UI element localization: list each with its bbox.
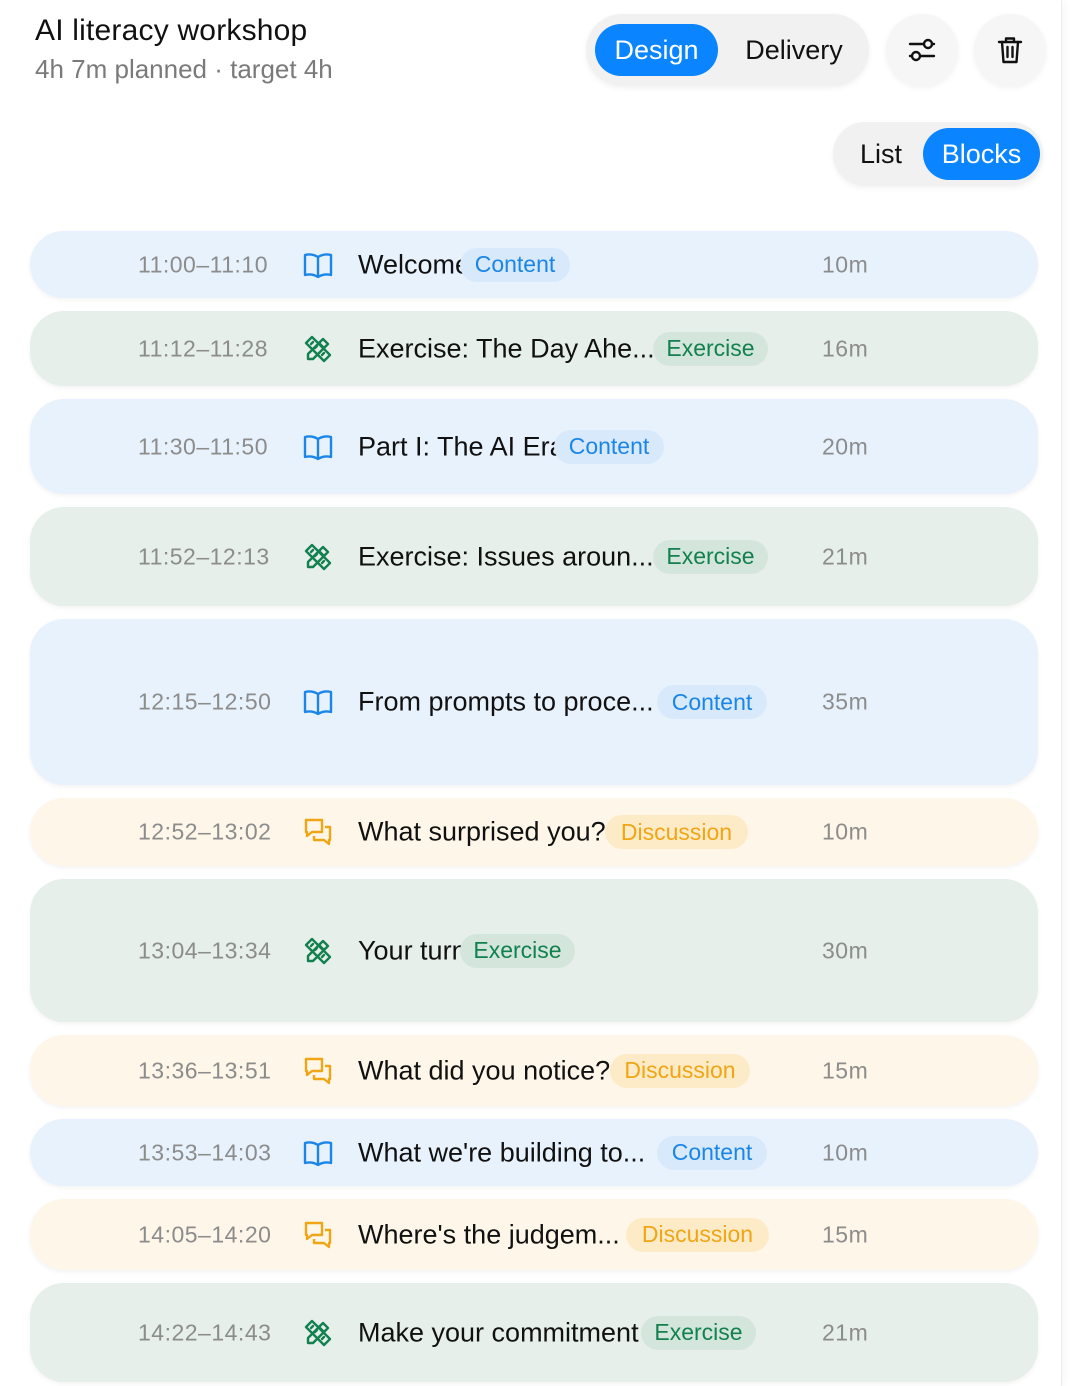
pencil-ruler-icon — [304, 335, 332, 362]
mode-toggle: Design Delivery — [586, 14, 869, 86]
block-time: 11:52–12:13 — [138, 543, 270, 569]
block-title: What surprised you? — [358, 816, 606, 847]
session-block[interactable]: 12:15–12:50 From prompts to proce... Conte… — [30, 619, 1038, 785]
block-duration: 15m — [822, 1057, 869, 1083]
session-block[interactable]: 14:05–14:20 Where's the judgem... Discussi… — [30, 1199, 1038, 1270]
block-type-badge: Content — [460, 247, 570, 282]
chat-bubbles-icon — [304, 1221, 332, 1248]
block-title: Exercise: Issues aroun... — [358, 541, 654, 571]
view-toggle: List Blocks — [833, 122, 1043, 186]
block-duration: 10m — [822, 818, 869, 845]
book-icon — [303, 252, 333, 278]
block-title: Make your commitment — [358, 1317, 639, 1347]
pencil-ruler-icon — [304, 1319, 332, 1346]
block-duration: 10m — [822, 251, 869, 277]
blocks-view-button[interactable]: Blocks — [923, 128, 1040, 180]
block-title: Welcome — [358, 249, 471, 279]
block-time: 14:22–14:43 — [138, 1319, 272, 1345]
block-title: Part I: The AI Era — [358, 431, 565, 461]
block-type-badge: Exercise — [653, 539, 768, 574]
block-type-badge: Discussion — [626, 1217, 769, 1252]
block-type-badge: Content — [554, 429, 664, 464]
session-block[interactable]: 13:53–14:03 What we're building to... Cont… — [30, 1119, 1038, 1186]
session-block[interactable]: 13:36–13:51 What did you notice? Discussio… — [30, 1035, 1038, 1106]
block-time: 11:12–11:28 — [138, 335, 268, 361]
block-duration: 21m — [822, 543, 869, 569]
session-block[interactable]: 12:52–13:02 What surprised you? Discussion… — [30, 798, 1038, 866]
block-duration: 20m — [822, 433, 869, 459]
block-time: 11:00–11:10 — [138, 251, 268, 277]
block-type-badge: Exercise — [460, 933, 575, 968]
block-duration: 15m — [822, 1221, 869, 1247]
delivery-mode-button[interactable]: Delivery — [726, 24, 862, 76]
session-panel: AI literacy workshop 4h 7m planned · tar… — [0, 0, 1062, 1386]
planned-summary: 4h 7m planned · target 4h — [35, 54, 333, 84]
session-block[interactable]: 11:52–12:13 Exercise: Issues aroun... Exer… — [30, 507, 1038, 606]
session-block[interactable]: 13:04–13:34 Your turn Exercise 30m — [30, 879, 1038, 1022]
block-type-badge: Exercise — [641, 1315, 756, 1350]
block-title: Where's the judgem... — [358, 1219, 620, 1249]
block-type-badge: Discussion — [610, 1053, 750, 1088]
block-time: 14:05–14:20 — [138, 1221, 272, 1247]
block-time: 11:30–11:50 — [138, 433, 268, 459]
book-icon — [303, 690, 333, 716]
list-view-button[interactable]: List — [841, 128, 921, 180]
session-block[interactable]: 11:30–11:50 Part I: The AI Era Content 20m — [30, 399, 1038, 494]
block-title: Your turn — [358, 935, 467, 965]
sliders-icon — [908, 38, 936, 62]
session-block[interactable]: 14:22–14:43 Make your commitment Exercise 2… — [30, 1283, 1038, 1382]
block-duration: 16m — [822, 335, 869, 361]
chat-bubbles-icon — [304, 818, 332, 846]
block-duration: 21m — [822, 1319, 869, 1345]
block-title: What did you notice? — [358, 1055, 611, 1085]
page-title: AI literacy workshop — [35, 14, 308, 47]
trash-icon — [997, 37, 1023, 64]
book-icon — [303, 1140, 333, 1166]
book-icon — [303, 434, 333, 460]
block-time: 13:36–13:51 — [138, 1057, 272, 1083]
chat-bubbles-icon — [304, 1057, 332, 1084]
session-block[interactable]: 11:12–11:28 Exercise: The Day Ahe... Exerc… — [30, 311, 1038, 386]
block-time: 13:04–13:34 — [138, 937, 272, 963]
pencil-ruler-icon — [304, 543, 332, 570]
block-time: 12:52–13:02 — [138, 818, 272, 845]
session-block[interactable]: 11:00–11:10 Welcome Content 10m — [30, 231, 1038, 298]
block-time: 13:53–14:03 — [138, 1139, 272, 1165]
pencil-ruler-icon — [304, 937, 332, 964]
block-type-badge: Exercise — [653, 331, 768, 366]
block-time: 12:15–12:50 — [138, 688, 272, 715]
settings-button[interactable] — [886, 14, 958, 86]
design-mode-button[interactable]: Design — [595, 24, 718, 76]
block-type-badge: Content — [657, 685, 767, 719]
block-title: Exercise: The Day Ahe... — [358, 333, 655, 363]
delete-button[interactable] — [974, 14, 1046, 86]
block-title: From prompts to proce... — [358, 686, 654, 717]
block-type-badge: Discussion — [605, 815, 748, 849]
block-type-badge: Content — [657, 1135, 767, 1170]
block-duration: 30m — [822, 937, 869, 963]
block-title: What we're building to... — [358, 1137, 646, 1167]
block-duration: 10m — [822, 1139, 869, 1165]
block-duration: 35m — [822, 688, 869, 715]
